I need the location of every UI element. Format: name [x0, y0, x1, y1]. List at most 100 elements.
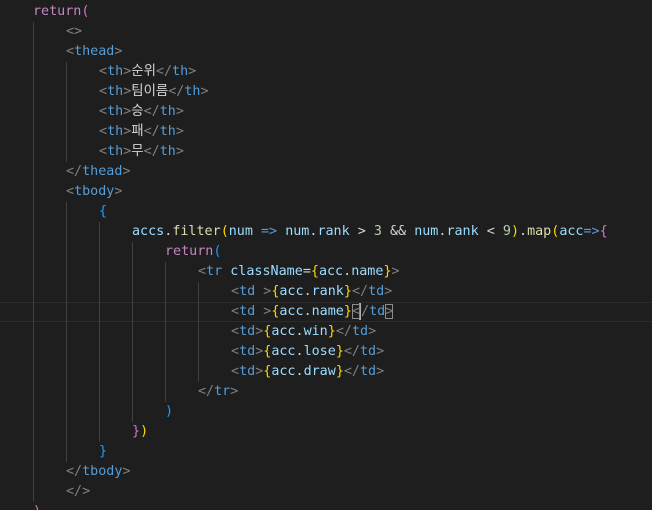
indent-guide	[132, 262, 133, 282]
code-text: </>	[66, 482, 90, 502]
code-token: </	[343, 364, 360, 379]
code-token: .	[295, 324, 304, 339]
code-line[interactable]: {	[0, 202, 652, 222]
indent-guide	[33, 62, 34, 82]
code-token: </	[155, 64, 173, 79]
code-line[interactable]: )	[0, 502, 652, 510]
code-line[interactable]: </>	[0, 482, 652, 502]
indent-guide	[198, 362, 199, 382]
code-token: lose	[303, 344, 336, 359]
code-line[interactable]: )	[0, 402, 652, 422]
code-text: <th>무</th>	[99, 142, 184, 162]
code-token: )	[140, 424, 149, 439]
code-token: th	[184, 84, 201, 99]
code-token: num	[285, 224, 310, 239]
code-line[interactable]: </tr>	[0, 382, 652, 402]
indent-guide	[33, 322, 34, 342]
code-token: td	[351, 324, 369, 339]
code-token: (	[220, 224, 229, 239]
code-line[interactable]: <td>{acc.draw}</td>	[0, 362, 652, 382]
code-token: rank	[446, 224, 479, 239]
code-token: th	[172, 64, 189, 79]
indent-guide	[33, 262, 34, 282]
code-token: <	[231, 344, 240, 359]
code-token: }	[99, 444, 108, 459]
indent-guide	[99, 382, 100, 402]
code-line[interactable]: <td>{acc.lose}</td>	[0, 342, 652, 362]
code-token: acc	[318, 264, 344, 279]
code-text: <td >{acc.rank}</td>	[231, 282, 392, 302]
code-line[interactable]: <tbody>	[0, 182, 652, 202]
code-line[interactable]: return(	[0, 242, 652, 262]
code-line[interactable]: </thead>	[0, 162, 652, 182]
code-token: return	[165, 244, 214, 259]
code-token: td	[239, 324, 256, 339]
indent-guide	[99, 322, 100, 342]
indent-guide	[33, 222, 34, 242]
code-line[interactable]: <td >{acc.rank}</td>	[0, 282, 652, 302]
code-text: <th>승</th>	[99, 102, 184, 122]
indent-guide	[66, 122, 67, 142]
code-token: thead	[82, 164, 123, 179]
code-line[interactable]: <>	[0, 22, 652, 42]
code-token: &&	[381, 224, 415, 239]
code-text: {	[99, 202, 107, 222]
code-editor[interactable]: return(<> <thead> <th>순위</th> <th>팀이름</th> <…	[0, 0, 652, 510]
code-token: th	[159, 124, 176, 139]
code-line[interactable]: <tr className={acc.name}>	[0, 262, 652, 282]
indent-guide	[66, 242, 67, 262]
code-token: )	[510, 224, 519, 239]
indent-guide	[66, 382, 67, 402]
code-token: }	[343, 304, 352, 319]
code-text: })	[132, 422, 148, 442]
code-token: className	[230, 264, 303, 279]
indent-guide	[99, 402, 100, 422]
code-text: return(	[33, 2, 89, 22]
code-token: >	[175, 124, 184, 139]
code-text: <td >{acc.name}</td>	[231, 302, 394, 322]
code-token: name	[311, 304, 344, 319]
indent-guide	[99, 282, 100, 302]
indent-guide	[198, 282, 199, 302]
code-token: tbody	[74, 184, 115, 199]
code-line[interactable]: <td >{acc.name}</td>	[0, 302, 652, 322]
code-token: }	[383, 264, 392, 279]
code-line[interactable]: <th>무</th>	[0, 142, 652, 162]
indent-guide	[33, 182, 34, 202]
indent-guide	[66, 302, 67, 322]
indent-guide	[66, 322, 67, 342]
indent-guide	[99, 342, 100, 362]
indent-guide	[165, 382, 166, 402]
code-token: >	[175, 104, 184, 119]
code-line[interactable]: <th>패</th>	[0, 122, 652, 142]
code-token: acc	[271, 344, 296, 359]
code-line[interactable]: <th>승</th>	[0, 102, 652, 122]
code-token: >	[384, 284, 393, 299]
code-token: 3	[373, 224, 382, 239]
code-token: td	[360, 364, 377, 379]
code-token: <	[99, 124, 108, 139]
code-line[interactable]: </tbody>	[0, 462, 652, 482]
code-token: win	[303, 324, 328, 339]
indent-guide	[99, 242, 100, 262]
code-line[interactable]: <td>{acc.win}</td>	[0, 322, 652, 342]
code-token: >	[376, 364, 385, 379]
code-token: </	[66, 464, 83, 479]
code-token: 순위	[131, 64, 156, 79]
code-line[interactable]: })	[0, 422, 652, 442]
code-text: <thead>	[66, 42, 122, 62]
indent-guide	[132, 362, 133, 382]
code-line[interactable]: accs.filter(num => num.rank > 3 && num.r…	[0, 222, 652, 242]
code-line[interactable]: <th>순위</th>	[0, 62, 652, 82]
code-text: </tbody>	[66, 462, 131, 482]
code-line[interactable]: <th>팀이름</th>	[0, 82, 652, 102]
indent-guide	[33, 142, 34, 162]
code-token: <	[99, 144, 108, 159]
code-line[interactable]: <thead>	[0, 42, 652, 62]
code-token: =>	[583, 224, 600, 239]
code-token: >	[376, 344, 385, 359]
code-line[interactable]: }	[0, 442, 652, 462]
indent-guide	[33, 42, 34, 62]
code-line[interactable]: return(	[0, 2, 652, 22]
